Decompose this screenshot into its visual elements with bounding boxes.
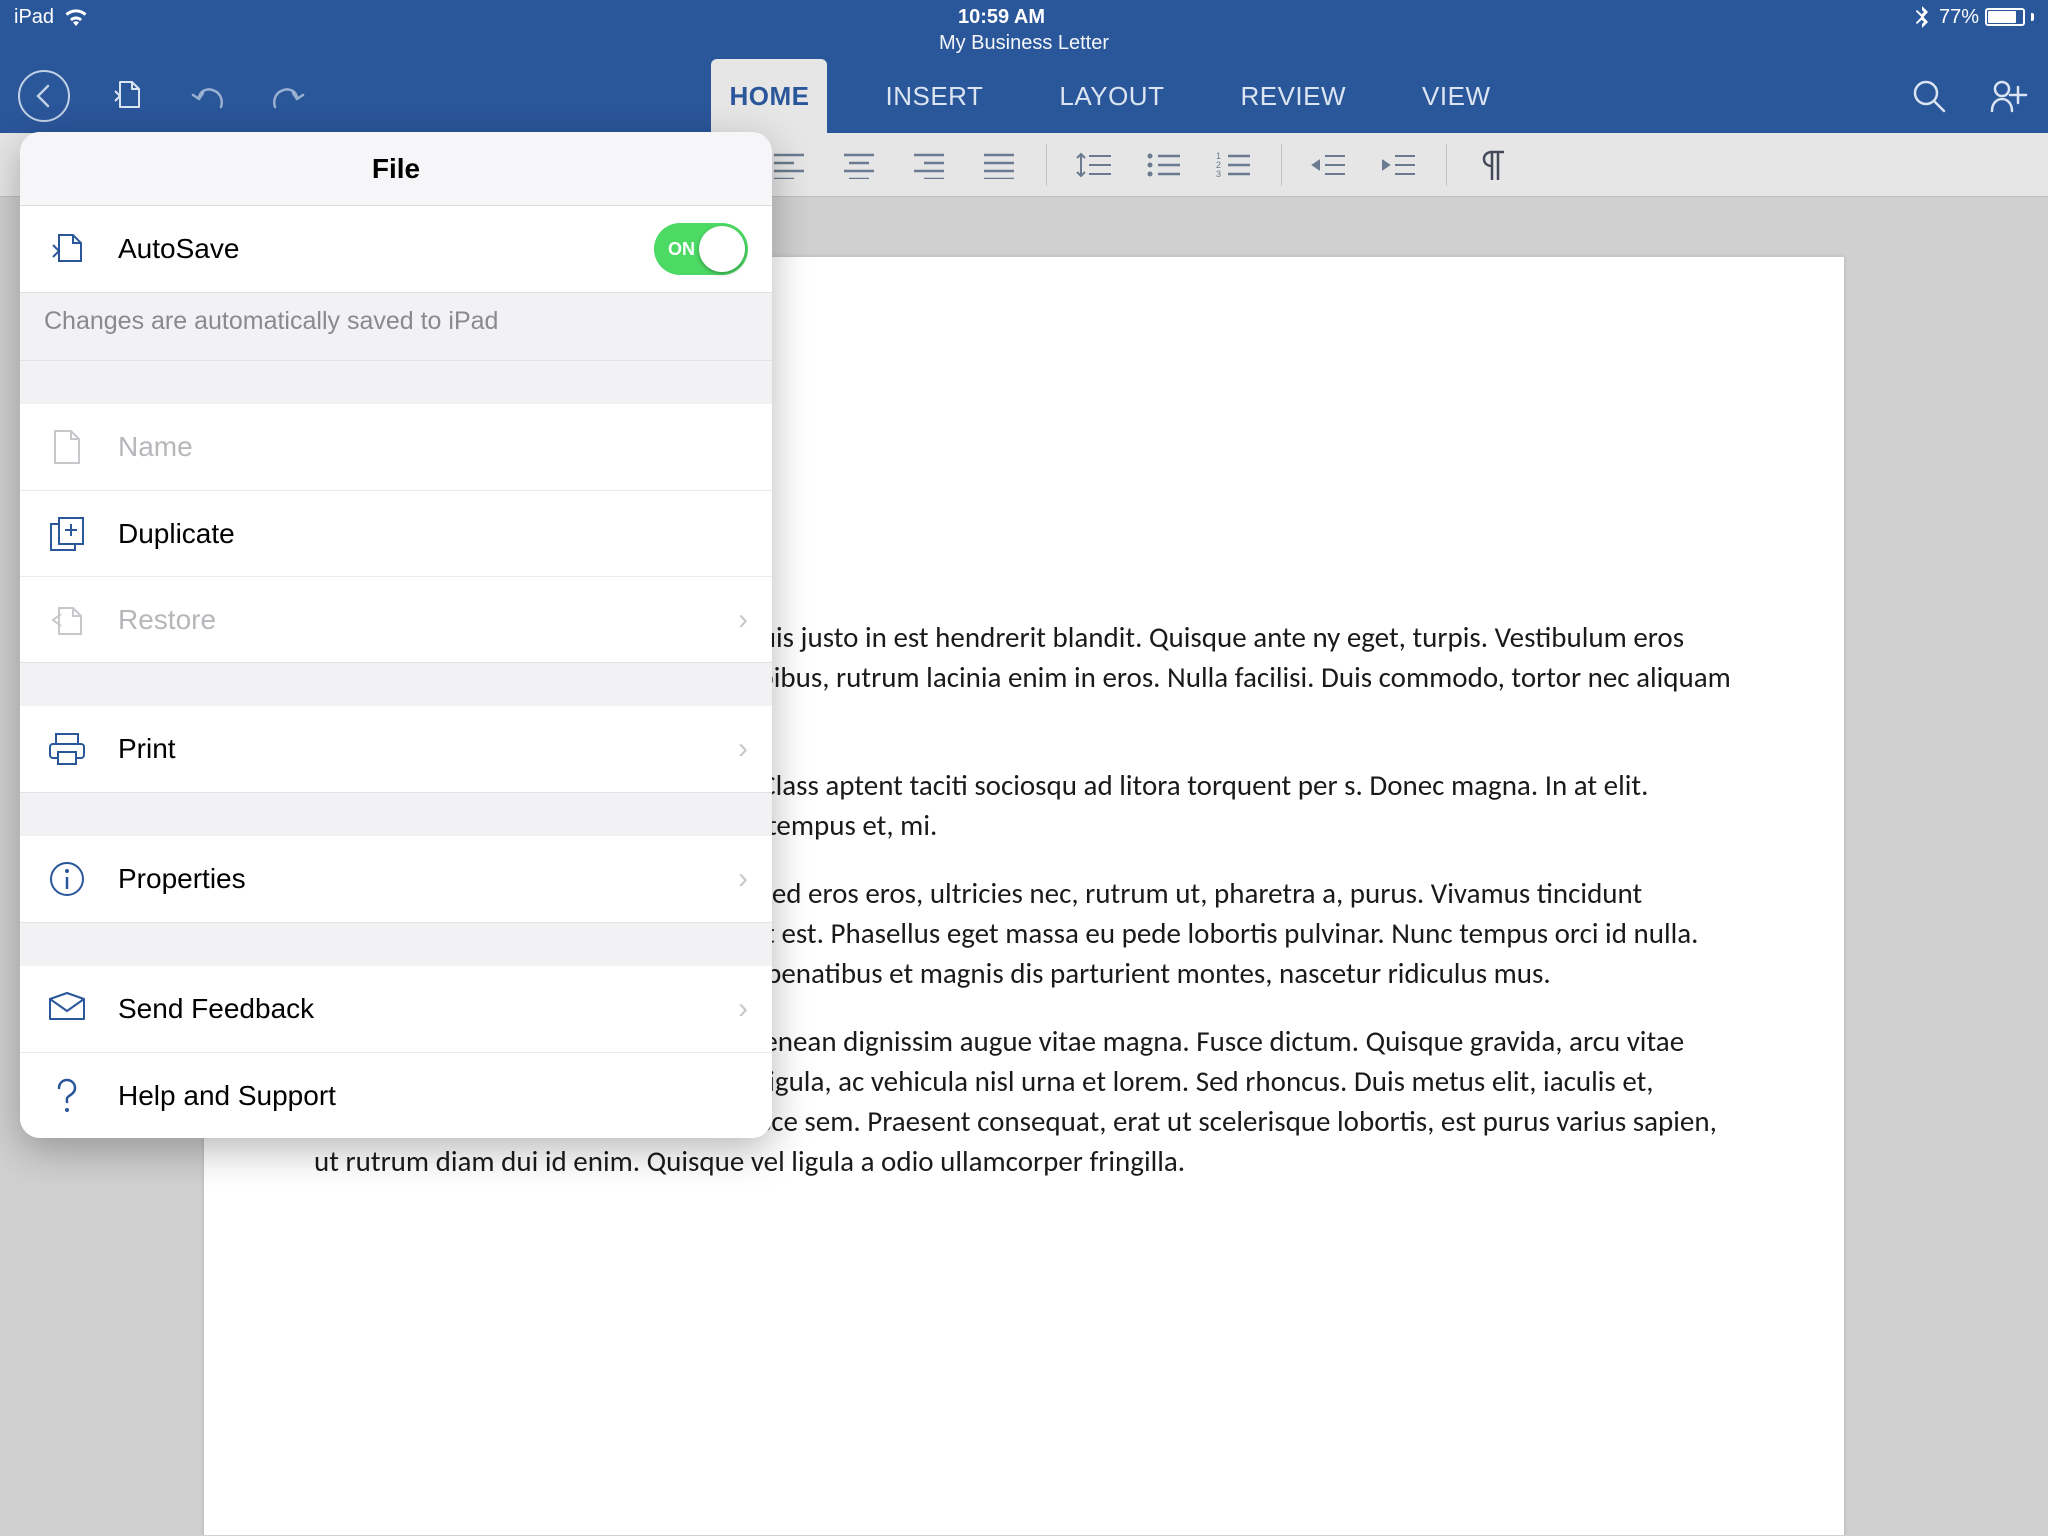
tab-strip: HOME INSERT LAYOUT REVIEW VIEW xyxy=(310,59,1910,133)
bluetooth-icon xyxy=(1915,6,1929,28)
align-right-icon[interactable] xyxy=(900,142,958,188)
autosave-label: AutoSave xyxy=(118,233,626,265)
feedback-icon xyxy=(44,986,90,1032)
print-row[interactable]: Print › xyxy=(20,706,772,792)
properties-row[interactable]: Properties › xyxy=(20,836,772,922)
undo-button[interactable] xyxy=(186,74,230,118)
bullet-list-icon[interactable] xyxy=(1135,142,1193,188)
outdent-icon[interactable] xyxy=(1300,142,1358,188)
autosave-icon xyxy=(44,226,90,272)
print-icon xyxy=(44,726,90,772)
file-popover: File AutoSave ON Changes are automatical… xyxy=(20,132,772,1138)
feedback-row[interactable]: Send Feedback › xyxy=(20,966,772,1052)
wifi-icon xyxy=(64,8,88,26)
tab-view[interactable]: VIEW xyxy=(1404,59,1508,133)
align-justify-icon[interactable] xyxy=(970,142,1028,188)
chevron-right-icon: › xyxy=(738,603,748,637)
autosave-toggle[interactable]: ON xyxy=(654,223,748,275)
device-label: iPad xyxy=(14,6,54,29)
popover-title: File xyxy=(20,132,772,206)
redo-button[interactable] xyxy=(266,74,310,118)
restore-row: Restore › xyxy=(20,576,772,662)
document-title: My Business Letter xyxy=(0,32,2048,55)
duplicate-icon xyxy=(44,511,90,557)
tab-home[interactable]: HOME xyxy=(711,59,827,133)
chevron-right-icon: › xyxy=(738,862,748,896)
help-icon xyxy=(44,1073,90,1119)
autosave-row: AutoSave ON xyxy=(20,206,772,292)
nav-bar: HOME INSERT LAYOUT REVIEW VIEW xyxy=(0,59,2048,133)
title-header: My Business Letter xyxy=(0,32,2048,59)
indent-icon[interactable] xyxy=(1370,142,1428,188)
document-icon xyxy=(44,424,90,470)
restore-icon xyxy=(44,597,90,643)
svg-text:3: 3 xyxy=(1216,169,1221,179)
align-center-icon[interactable] xyxy=(830,142,888,188)
tab-insert[interactable]: INSERT xyxy=(867,59,1001,133)
search-button[interactable] xyxy=(1910,77,1948,115)
chevron-right-icon: › xyxy=(738,732,748,766)
tab-review[interactable]: REVIEW xyxy=(1222,59,1364,133)
help-row[interactable]: Help and Support xyxy=(20,1052,772,1138)
name-row: Name xyxy=(20,404,772,490)
back-button[interactable] xyxy=(18,70,70,122)
clock: 10:59 AM xyxy=(958,6,1045,29)
pilcrow-icon[interactable] xyxy=(1465,142,1523,188)
chevron-right-icon: › xyxy=(738,992,748,1026)
tab-layout[interactable]: LAYOUT xyxy=(1041,59,1182,133)
duplicate-row[interactable]: Duplicate xyxy=(20,490,772,576)
share-button[interactable] xyxy=(1988,77,2030,115)
info-icon xyxy=(44,856,90,902)
file-menu-button[interactable] xyxy=(106,74,150,118)
status-bar: iPad 10:59 AM 77% xyxy=(0,0,2048,34)
number-list-icon[interactable]: 123 xyxy=(1205,142,1263,188)
battery-indicator: 77% xyxy=(1939,6,2034,29)
line-spacing-icon[interactable] xyxy=(1065,142,1123,188)
autosave-note: Changes are automatically saved to iPad xyxy=(20,292,772,360)
